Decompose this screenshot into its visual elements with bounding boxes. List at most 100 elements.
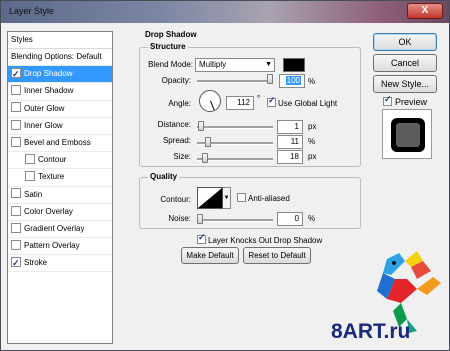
- style-item-checkbox[interactable]: [11, 85, 21, 96]
- style-item[interactable]: Color Overlay: [8, 204, 112, 221]
- style-item-checkbox[interactable]: [11, 255, 21, 271]
- size-field[interactable]: 18: [277, 150, 303, 164]
- close-button[interactable]: X: [407, 3, 443, 19]
- opacity-slider-track[interactable]: [197, 80, 273, 83]
- style-item-checkbox[interactable]: [11, 102, 21, 113]
- angle-label: Angle:: [168, 99, 191, 108]
- style-item-checkbox[interactable]: [25, 154, 35, 165]
- style-item[interactable]: Contour: [8, 152, 112, 170]
- make-default-button[interactable]: Make Default: [181, 247, 239, 264]
- style-item-checkbox[interactable]: [11, 222, 21, 233]
- size-slider-track[interactable]: [197, 158, 273, 161]
- opacity-field[interactable]: 100: [279, 74, 305, 88]
- style-preview: [382, 109, 432, 159]
- anti-aliased-label[interactable]: Anti-aliased: [248, 194, 290, 203]
- knockout-label[interactable]: Layer Knocks Out Drop Shadow: [208, 236, 322, 245]
- style-item[interactable]: Outer Glow: [8, 101, 112, 118]
- distance-slider-thumb[interactable]: [197, 121, 204, 131]
- opacity-label: Opacity:: [161, 76, 191, 85]
- noise-slider-track[interactable]: [197, 219, 273, 222]
- style-item[interactable]: Satin: [8, 187, 112, 204]
- style-item-label: Bevel and Emboss: [24, 137, 91, 147]
- style-item-checkbox[interactable]: [11, 66, 21, 82]
- blend-mode-value: Multiply: [199, 60, 227, 69]
- styles-list: Styles Blending Options: Default Drop Sha…: [7, 31, 113, 344]
- angle-dial[interactable]: [199, 90, 221, 112]
- style-item-checkbox[interactable]: [11, 119, 21, 130]
- style-item-label: Pattern Overlay: [24, 241, 80, 251]
- chevron-down-icon: ▼: [223, 195, 230, 201]
- drop-shadow-title: Drop Shadow: [145, 30, 197, 39]
- style-item-label: Outer Glow: [24, 103, 65, 113]
- shadow-color-swatch[interactable]: [283, 58, 305, 72]
- style-item-label: Blending Options: Default: [11, 52, 102, 61]
- style-item[interactable]: Stroke: [8, 255, 112, 273]
- reset-to-default-button[interactable]: Reset to Default: [243, 247, 311, 264]
- style-item-label: Stroke: [24, 258, 48, 268]
- noise-value: 0: [294, 214, 299, 223]
- contour-label: Contour:: [160, 195, 191, 204]
- ok-button[interactable]: OK: [373, 33, 437, 51]
- distance-unit: px: [308, 122, 317, 131]
- size-value: 18: [290, 152, 299, 161]
- style-item-checkbox[interactable]: [11, 136, 21, 147]
- spread-label: Spread:: [162, 136, 191, 145]
- style-item-checkbox[interactable]: [11, 239, 21, 250]
- size-label: Size:: [173, 152, 191, 161]
- title-bar[interactable]: Layer Style X: [1, 1, 449, 23]
- style-item-label: Color Overlay: [24, 206, 73, 216]
- contour-dropdown-button[interactable]: ▼: [223, 187, 231, 209]
- style-item[interactable]: Texture: [8, 169, 112, 187]
- style-item-checkbox[interactable]: [11, 205, 21, 216]
- spread-value: 11: [290, 137, 299, 146]
- size-unit: px: [308, 152, 317, 161]
- style-item[interactable]: Pattern Overlay: [8, 238, 112, 256]
- blend-mode-select[interactable]: Multiply ▼: [195, 58, 275, 72]
- spread-unit: %: [308, 137, 316, 146]
- style-item[interactable]: Blending Options: Default: [8, 49, 112, 67]
- contour-curve-icon: [198, 188, 222, 208]
- noise-field[interactable]: 0: [277, 212, 303, 226]
- chevron-down-icon: ▼: [265, 61, 272, 68]
- styles-header[interactable]: Styles: [8, 32, 112, 49]
- style-item-checkbox[interactable]: [25, 171, 35, 182]
- layer-style-dialog: Layer Style X Styles Blending Options: D…: [0, 0, 450, 351]
- style-item-label: Gradient Overlay: [24, 223, 85, 233]
- structure-title: Structure: [148, 42, 188, 51]
- anti-aliased-checkbox[interactable]: [237, 193, 246, 202]
- use-global-light-label[interactable]: Use Global Light: [278, 99, 337, 108]
- knockout-checkbox[interactable]: [197, 232, 206, 244]
- new-style-button[interactable]: New Style...: [373, 75, 437, 93]
- size-slider-thumb[interactable]: [202, 153, 209, 163]
- style-item[interactable]: Inner Glow: [8, 118, 112, 135]
- style-item[interactable]: Drop Shadow: [8, 66, 112, 84]
- spread-field[interactable]: 11: [277, 135, 303, 149]
- preview-shape: [391, 118, 425, 152]
- style-item[interactable]: Gradient Overlay: [8, 221, 112, 239]
- angle-field[interactable]: 112: [226, 96, 254, 110]
- preview-label[interactable]: Preview: [395, 97, 427, 107]
- blend-mode-label: Blend Mode:: [148, 60, 193, 69]
- style-item-checkbox[interactable]: [11, 188, 21, 199]
- style-item[interactable]: Inner Shadow: [8, 83, 112, 101]
- spread-slider-thumb[interactable]: [204, 137, 211, 147]
- opacity-slider-thumb[interactable]: [267, 74, 273, 84]
- quality-title: Quality: [148, 172, 180, 181]
- distance-value: 1: [294, 122, 299, 131]
- contour-preview[interactable]: [197, 187, 223, 209]
- style-item-label: Drop Shadow: [24, 69, 73, 79]
- angle-unit: °: [257, 94, 261, 103]
- style-item[interactable]: Bevel and Emboss: [8, 135, 112, 153]
- style-item-label: Texture: [38, 172, 65, 182]
- cancel-button[interactable]: Cancel: [373, 54, 437, 72]
- noise-label: Noise:: [168, 214, 191, 223]
- distance-field[interactable]: 1: [277, 120, 303, 134]
- style-item-label: Satin: [24, 189, 43, 199]
- preview-checkbox[interactable]: [383, 94, 392, 106]
- use-global-light-checkbox[interactable]: [267, 95, 276, 107]
- watermark-text: 8ART.ru: [331, 320, 411, 343]
- distance-slider-track[interactable]: [197, 126, 273, 129]
- opacity-value: 100: [285, 76, 301, 85]
- window-title: Layer Style: [9, 6, 55, 16]
- noise-slider-thumb[interactable]: [197, 214, 203, 224]
